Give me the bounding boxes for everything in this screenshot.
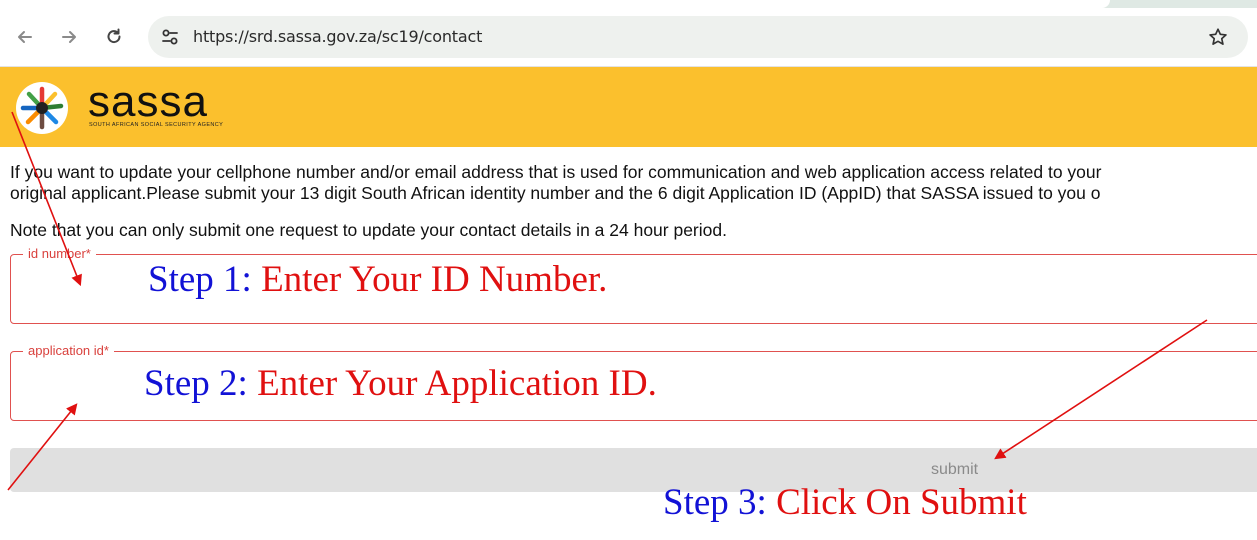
bookmark-button[interactable]	[1206, 25, 1230, 49]
note-text: Note that you can only submit one reques…	[10, 220, 727, 240]
submit-label: submit	[931, 461, 979, 478]
step-2-text: Enter Your Application ID.	[257, 363, 657, 404]
site-info-button[interactable]	[158, 25, 182, 49]
step-3-annotation: Step 3: Click On Submit	[663, 481, 1027, 524]
step-3-text: Click On Submit	[776, 482, 1027, 523]
reload-icon	[107, 28, 121, 44]
arrow-right-icon	[62, 31, 76, 43]
reload-button[interactable]	[97, 20, 131, 54]
application-id-label: application id*	[23, 343, 114, 358]
intro-line-1: If you want to update your cellphone num…	[10, 162, 1102, 182]
site-header: sassa SOUTH AFRICAN SOCIAL SECURITY AGEN…	[0, 67, 1257, 147]
step-3-label: Step 3:	[663, 482, 767, 523]
address-bar[interactable]: https://srd.sassa.gov.za/sc19/contact	[148, 16, 1248, 58]
step-1-text: Enter Your ID Number.	[261, 259, 608, 300]
submit-button[interactable]: submit	[10, 448, 1257, 492]
step-2-label: Step 2:	[144, 363, 248, 404]
brand-name: sassa	[88, 77, 208, 126]
arrow-left-icon	[18, 31, 32, 43]
step-2-annotation: Step 2: Enter Your Application ID.	[144, 362, 657, 405]
active-tab[interactable]	[0, 0, 1110, 8]
tab-strip	[0, 0, 1257, 8]
tune-icon	[162, 29, 178, 45]
id-number-label: id number*	[23, 246, 96, 261]
star-icon	[1209, 28, 1227, 45]
step-1-annotation: Step 1: Enter Your ID Number.	[148, 258, 607, 301]
forward-button[interactable]	[52, 20, 86, 54]
step-1-label: Step 1:	[148, 259, 252, 300]
url-text[interactable]: https://srd.sassa.gov.za/sc19/contact	[193, 27, 482, 46]
intro-line-2: original applicant.Please submit your 13…	[10, 183, 1101, 203]
sassa-logo-icon[interactable]	[16, 82, 68, 134]
hands-logo-icon	[17, 83, 67, 133]
browser-toolbar: https://srd.sassa.gov.za/sc19/contact	[0, 8, 1257, 67]
brand-subtitle: SOUTH AFRICAN SOCIAL SECURITY AGENCY	[89, 122, 224, 128]
intro-paragraph: If you want to update your cellphone num…	[10, 162, 1257, 204]
back-button[interactable]	[8, 20, 42, 54]
